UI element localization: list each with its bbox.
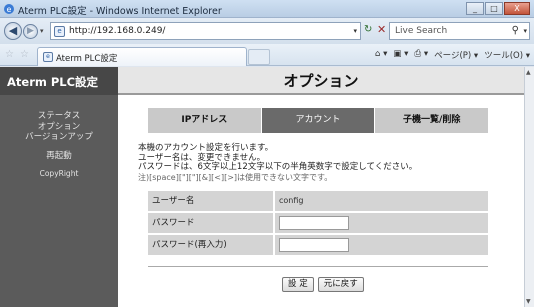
close-button[interactable]: X	[504, 2, 530, 15]
username-label: ユーザー名	[148, 191, 273, 211]
main-panel: オプション IPアドレス アカウント 子機一覧/削除 本機のアカウント設定を行い…	[118, 67, 524, 307]
scroll-up-icon[interactable]: ▲	[526, 69, 531, 76]
add-favorite-icon[interactable]: ☆	[20, 49, 29, 60]
favorites-star-icon[interactable]: ☆	[5, 49, 14, 60]
sidebar-item-restart[interactable]: 再起動	[0, 151, 118, 162]
internet-explorer-icon: e	[4, 4, 14, 14]
feeds-icon[interactable]: ▣ ▾	[393, 49, 408, 61]
sidebar-item-status[interactable]: ステータス	[0, 111, 118, 122]
maximize-button[interactable]: □	[485, 2, 503, 15]
divider	[148, 266, 488, 267]
window-title: Aterm PLC設定 - Windows Internet Explorer	[18, 6, 222, 17]
password-label: パスワード	[148, 213, 273, 233]
description-note: 注)[space]["]["][&][<][>]は使用できない文字です。	[138, 172, 333, 182]
command-bar: ⌂ ▾ ▣ ▾ ⎙ ▾ ページ(P) ▾ ツール(O) ▾	[369, 49, 530, 61]
address-toolbar: ◀ ▶ ▾ e http://192.168.0.249/ ▾ ↻ ✕ Live…	[0, 18, 534, 44]
password-confirm-field[interactable]	[279, 238, 349, 252]
stop-icon[interactable]: ✕	[377, 23, 386, 36]
minimize-button[interactable]: _	[466, 2, 484, 15]
forward-button[interactable]: ▶	[23, 24, 38, 39]
sidebar-nav: ステータス オプション バージョンアップ 再起動 CopyRight	[0, 111, 118, 180]
print-icon[interactable]: ⎙ ▾	[414, 49, 428, 61]
new-tab-button[interactable]	[248, 49, 270, 65]
form-row-password-confirm: パスワード(再入力)	[148, 235, 488, 255]
page-menu[interactable]: ページ(P) ▾	[434, 49, 478, 61]
description-line: パスワードは、6文字以上12文字以下の半角英数字で設定してください。	[138, 162, 418, 172]
set-button[interactable]: 設 定	[282, 277, 314, 292]
search-placeholder: Live Search	[395, 26, 448, 36]
username-value: config	[275, 191, 488, 211]
page-title: オプション	[118, 67, 524, 95]
password-field[interactable]	[279, 216, 349, 230]
window-titlebar: e Aterm PLC設定 - Windows Internet Explore…	[0, 0, 534, 18]
form-buttons: 設 定 元に戻す	[282, 277, 368, 292]
tab-title: Aterm PLC設定	[56, 54, 118, 64]
account-form: ユーザー名 config パスワード パスワード(再入力)	[148, 191, 488, 257]
search-icon[interactable]: ⚲	[512, 25, 519, 36]
search-input[interactable]: Live Search ⚲ ▾	[389, 22, 530, 40]
tools-menu[interactable]: ツール(O) ▾	[484, 49, 530, 61]
url-text[interactable]: http://192.168.0.249/	[69, 26, 165, 36]
page-content: Aterm PLC設定 ステータス オプション バージョンアップ 再起動 Cop…	[0, 67, 524, 307]
description: 本機のアカウント設定を行います。 ユーザー名は、変更できません。 パスワードは、…	[138, 143, 518, 182]
tab-page-icon: e	[43, 52, 53, 62]
form-row-username: ユーザー名 config	[148, 191, 488, 211]
svg-text:e: e	[7, 5, 12, 14]
reset-button[interactable]: 元に戻す	[317, 277, 364, 292]
sidebar-item-version-up[interactable]: バージョンアップ	[0, 132, 118, 143]
search-dropdown-icon[interactable]: ▾	[523, 27, 527, 35]
refresh-icon[interactable]: ↻	[364, 24, 372, 35]
sidebar: Aterm PLC設定 ステータス オプション バージョンアップ 再起動 Cop…	[0, 67, 118, 307]
sidebar-item-option[interactable]: オプション	[0, 122, 118, 133]
address-dropdown-icon[interactable]: ▾	[353, 27, 357, 35]
sidebar-item-copyright[interactable]: CopyRight	[0, 169, 118, 180]
window-controls: _ □ X	[465, 2, 530, 15]
tab-child-devices[interactable]: 子機一覧/削除	[375, 108, 489, 133]
history-dropdown-icon[interactable]: ▾	[40, 27, 44, 35]
tab-ip-address[interactable]: IPアドレス	[148, 108, 262, 133]
form-row-password: パスワード	[148, 213, 488, 233]
password-confirm-label: パスワード(再入力)	[148, 235, 273, 255]
settings-tabs: IPアドレス アカウント 子機一覧/削除	[148, 108, 489, 133]
page-icon: e	[54, 26, 65, 37]
tab-toolbar: ☆ ☆ e Aterm PLC設定 ⌂ ▾ ▣ ▾ ⎙ ▾ ページ(P) ▾ ツ…	[0, 44, 534, 66]
brand-title: Aterm PLC設定	[0, 67, 118, 95]
back-button[interactable]: ◀	[4, 22, 22, 40]
vertical-scrollbar[interactable]: ▲ ▼	[524, 67, 534, 307]
home-icon[interactable]: ⌂ ▾	[375, 49, 387, 61]
address-field[interactable]: e http://192.168.0.249/ ▾	[50, 22, 361, 40]
scroll-down-icon[interactable]: ▼	[526, 298, 531, 305]
browser-tab[interactable]: e Aterm PLC設定	[37, 47, 247, 66]
tab-account[interactable]: アカウント	[261, 108, 376, 133]
